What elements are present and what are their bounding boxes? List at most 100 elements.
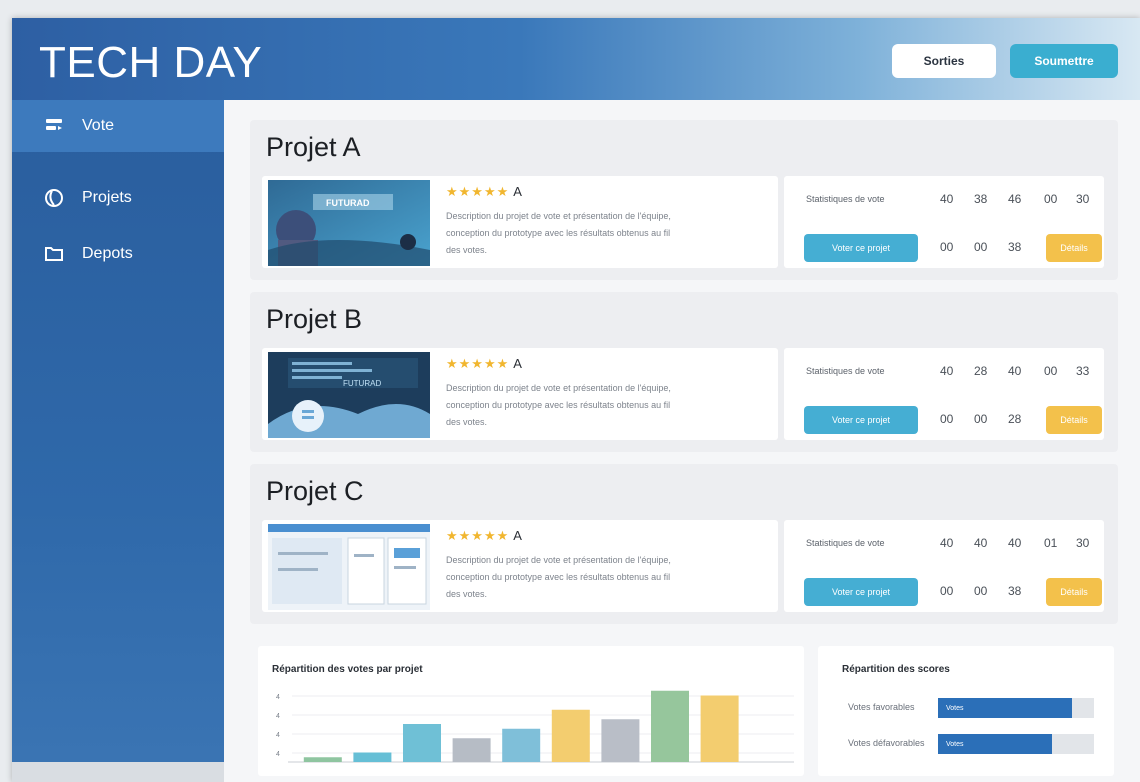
project-description: Description du projet de vote et présent… bbox=[446, 383, 671, 427]
app-window: TECH DAY Sorties Soumettre Vote Projets … bbox=[12, 18, 1140, 782]
stat-value: 00 bbox=[940, 240, 954, 254]
stat-value: 28 bbox=[1008, 412, 1022, 426]
details-button[interactable]: Détails bbox=[1046, 406, 1102, 434]
stat-value: 38 bbox=[1008, 584, 1022, 598]
stat-value: 00 bbox=[974, 412, 988, 426]
y-tick-label: 4 bbox=[276, 751, 280, 758]
stat-label: Statistiques de vote bbox=[806, 194, 885, 204]
grade-label: A bbox=[513, 356, 523, 371]
sidebar-item-label: Projets bbox=[82, 189, 132, 206]
project-title: Projet C bbox=[266, 476, 364, 506]
star-rating: ★★★★★ A bbox=[446, 356, 523, 372]
project-stats-card: Statistiques de vote 40 28 40 00 33 Vote… bbox=[784, 348, 1104, 440]
sorties-button[interactable]: Sorties bbox=[892, 44, 996, 78]
chart-bar[interactable] bbox=[502, 728, 541, 762]
y-tick-label: 4 bbox=[276, 713, 280, 720]
y-tick-label: 4 bbox=[276, 732, 280, 739]
sidebar-footer bbox=[12, 762, 224, 782]
chart-bar[interactable] bbox=[403, 724, 441, 762]
project-description: Description du projet de vote et présent… bbox=[446, 555, 671, 599]
distribution-label: Votes favorables bbox=[848, 702, 915, 712]
stat-value: 46 bbox=[1008, 192, 1022, 206]
sidebar-item-depots[interactable]: Depots bbox=[12, 228, 224, 280]
star-rating: ★★★★★ A bbox=[446, 528, 523, 544]
stat-value: 00 bbox=[974, 584, 988, 598]
stat-value: 00 bbox=[940, 584, 954, 598]
top-bar: TECH DAY Sorties Soumettre bbox=[12, 18, 1140, 100]
chart-bar[interactable] bbox=[700, 695, 739, 763]
project-card-b: Projet B FUTURAD ★★★★★ A Description du … bbox=[250, 292, 1118, 452]
votes-chart-card: Répartition des votes par projet 4444 bbox=[258, 646, 804, 776]
stat-value: 00 bbox=[974, 240, 988, 254]
thumbnail-caption: FUTURAD bbox=[343, 379, 381, 388]
distribution-label: Votes défavorables bbox=[848, 738, 925, 748]
project-thumbnail[interactable]: FUTURAD bbox=[268, 180, 430, 266]
sidebar-item-projets[interactable]: Projets bbox=[12, 172, 224, 224]
stat-value: 01 bbox=[1044, 536, 1058, 550]
submit-button[interactable]: Soumettre bbox=[1010, 44, 1118, 78]
stat-value: 00 bbox=[1044, 364, 1058, 378]
stat-value: 33 bbox=[1076, 364, 1090, 378]
stat-value: 40 bbox=[940, 364, 954, 378]
stat-value: 28 bbox=[974, 364, 988, 378]
sidebar-item-label: Depots bbox=[82, 245, 133, 262]
distribution-row: Votes favorables Votes bbox=[848, 698, 1098, 720]
star-rating: ★★★★★ A bbox=[446, 184, 523, 200]
sidebar-item-label: Vote bbox=[82, 117, 115, 134]
chart-bar[interactable] bbox=[651, 690, 689, 762]
stars: ★★★★★ bbox=[446, 184, 510, 199]
project-stats-card: Statistiques de vote 40 38 46 00 30 Vote… bbox=[784, 176, 1104, 268]
project-info-card: FUTURAD ★★★★★ A Description du projet de … bbox=[262, 176, 778, 268]
globe-icon bbox=[42, 186, 66, 210]
chart-bar[interactable] bbox=[551, 709, 590, 762]
main-content: Projet A FUTURAD ★★★★★ A Description du … bbox=[224, 100, 1140, 782]
project-thumbnail[interactable]: FUTURAD bbox=[268, 352, 430, 438]
chart-bar[interactable] bbox=[303, 757, 342, 762]
app-title: TECH DAY bbox=[39, 38, 263, 87]
sidebar-item-vote[interactable]: Vote bbox=[12, 100, 224, 152]
stat-value: 40 bbox=[1008, 536, 1022, 550]
stat-value: 30 bbox=[1076, 192, 1090, 206]
distribution-title: Répartition des scores bbox=[842, 664, 950, 675]
project-title: Projet B bbox=[266, 304, 363, 334]
y-tick-label: 4 bbox=[276, 694, 280, 701]
score-distribution-card: Répartition des scores Votes favorables … bbox=[818, 646, 1114, 776]
project-info-card: ★★★★★ A Description du projet de vote et … bbox=[262, 520, 778, 612]
stat-value: 38 bbox=[974, 192, 988, 206]
stat-value: 00 bbox=[940, 412, 954, 426]
stat-label: Statistiques de vote bbox=[806, 366, 885, 376]
vote-project-button[interactable]: Voter ce projet bbox=[804, 406, 918, 434]
distribution-fill: Votes bbox=[938, 698, 1073, 718]
vote-project-button[interactable]: Voter ce projet bbox=[804, 234, 918, 262]
chart-bar[interactable] bbox=[353, 752, 392, 763]
distribution-fill: Votes bbox=[938, 734, 1052, 754]
vote-project-button[interactable]: Voter ce projet bbox=[804, 578, 918, 606]
distribution-row: Votes défavorables Votes bbox=[848, 734, 1098, 756]
details-button[interactable]: Détails bbox=[1046, 578, 1102, 606]
stat-value: 30 bbox=[1076, 536, 1090, 550]
stat-value: 38 bbox=[1008, 240, 1022, 254]
stars: ★★★★★ bbox=[446, 528, 510, 543]
project-description: Description du projet de vote et présent… bbox=[446, 211, 671, 255]
chart-bar[interactable] bbox=[601, 719, 640, 762]
project-stats-card: Statistiques de vote 40 40 40 01 30 Vote… bbox=[784, 520, 1104, 612]
folder-icon bbox=[42, 242, 66, 266]
chart-bar[interactable] bbox=[452, 738, 491, 762]
distribution-track: Votes bbox=[938, 698, 1094, 718]
stat-value: 40 bbox=[974, 536, 988, 550]
vote-icon bbox=[42, 114, 66, 138]
project-thumbnail[interactable] bbox=[268, 524, 430, 610]
stat-value: 40 bbox=[940, 536, 954, 550]
stat-value: 40 bbox=[940, 192, 954, 206]
stat-value: 40 bbox=[1008, 364, 1022, 378]
project-title: Projet A bbox=[266, 132, 361, 162]
votes-bar-chart: 4 4 4 4 bbox=[276, 690, 794, 763]
stat-label: Statistiques de vote bbox=[806, 538, 885, 548]
project-card-a: Projet A FUTURAD ★★★★★ A Description du … bbox=[250, 120, 1118, 280]
stat-value: 00 bbox=[1044, 192, 1058, 206]
details-button[interactable]: Détails bbox=[1046, 234, 1102, 262]
stars: ★★★★★ bbox=[446, 356, 510, 371]
distribution-track: Votes bbox=[938, 734, 1094, 754]
project-info-card: FUTURAD ★★★★★ A Description du projet de … bbox=[262, 348, 778, 440]
grade-label: A bbox=[513, 528, 523, 543]
